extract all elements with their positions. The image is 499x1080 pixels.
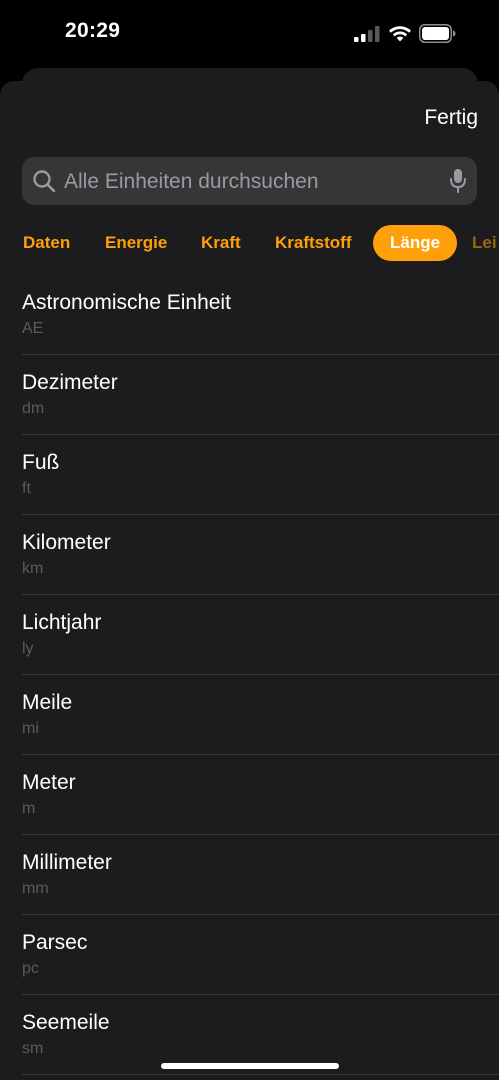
unit-row[interactable]: Meile mi xyxy=(0,675,499,755)
tab-kraftstoff[interactable]: Kraftstoff xyxy=(275,225,352,261)
unit-name: Parsec xyxy=(22,931,88,954)
unit-row[interactable]: Kilometer km xyxy=(0,515,499,595)
unit-name: Dezimeter xyxy=(22,371,118,394)
unit-row[interactable]: Astronomische Einheit AE xyxy=(0,275,499,355)
unit-list: Astronomische Einheit AE Dezimeter dm Fu… xyxy=(0,275,499,1075)
unit-abbreviation: sm xyxy=(22,1040,44,1057)
battery-icon xyxy=(419,24,456,43)
unit-row[interactable]: Lichtjahr ly xyxy=(0,595,499,675)
unit-name: Meile xyxy=(22,691,73,714)
search-field[interactable]: Alle Einheiten durchsuchen xyxy=(22,157,477,205)
unit-abbreviation: km xyxy=(22,560,44,577)
unit-name: Millimeter xyxy=(22,851,112,874)
unit-abbreviation: ly xyxy=(22,640,34,657)
microphone-icon[interactable] xyxy=(449,168,467,194)
done-button[interactable]: Fertig xyxy=(424,106,478,130)
tab-energie[interactable]: Energie xyxy=(105,225,167,261)
home-indicator[interactable] xyxy=(161,1063,339,1069)
unit-name: Meter xyxy=(22,771,76,794)
tab-lei[interactable]: Lei xyxy=(472,225,497,261)
signal-icon xyxy=(354,26,380,42)
unit-abbreviation: mi xyxy=(22,720,39,737)
status-time: 20:29 xyxy=(65,19,121,42)
unit-row[interactable]: Dezimeter dm xyxy=(0,355,499,435)
unit-row[interactable]: Fuß ft xyxy=(0,435,499,515)
unit-picker-sheet: Fertig Alle Einheiten durchsuchen Daten … xyxy=(0,81,499,1080)
unit-row[interactable]: Millimeter mm xyxy=(0,835,499,915)
tab-laenge[interactable]: Länge xyxy=(373,225,458,261)
row-divider xyxy=(22,1074,499,1075)
unit-name: Fuß xyxy=(22,451,60,474)
status-bar: 20:29 xyxy=(0,0,499,68)
unit-name: Lichtjahr xyxy=(22,611,102,634)
unit-abbreviation: m xyxy=(22,800,36,817)
unit-name: Kilometer xyxy=(22,531,111,554)
unit-abbreviation: pc xyxy=(22,960,39,977)
unit-abbreviation: AE xyxy=(22,320,44,337)
unit-abbreviation: ft xyxy=(22,480,31,497)
unit-name: Seemeile xyxy=(22,1011,110,1034)
unit-row[interactable]: Parsec pc xyxy=(0,915,499,995)
unit-name: Astronomische Einheit xyxy=(22,291,231,314)
tab-kraft[interactable]: Kraft xyxy=(201,225,241,261)
unit-row[interactable]: Meter m xyxy=(0,755,499,835)
search-icon xyxy=(33,170,56,193)
unit-abbreviation: mm xyxy=(22,880,49,897)
search-placeholder: Alle Einheiten durchsuchen xyxy=(64,170,319,193)
tab-daten[interactable]: Daten xyxy=(23,225,70,261)
unit-abbreviation: dm xyxy=(22,400,45,417)
wifi-icon xyxy=(389,26,411,42)
category-tabs: Daten Energie Kraft Kraftstoff Länge Lei xyxy=(0,225,499,263)
